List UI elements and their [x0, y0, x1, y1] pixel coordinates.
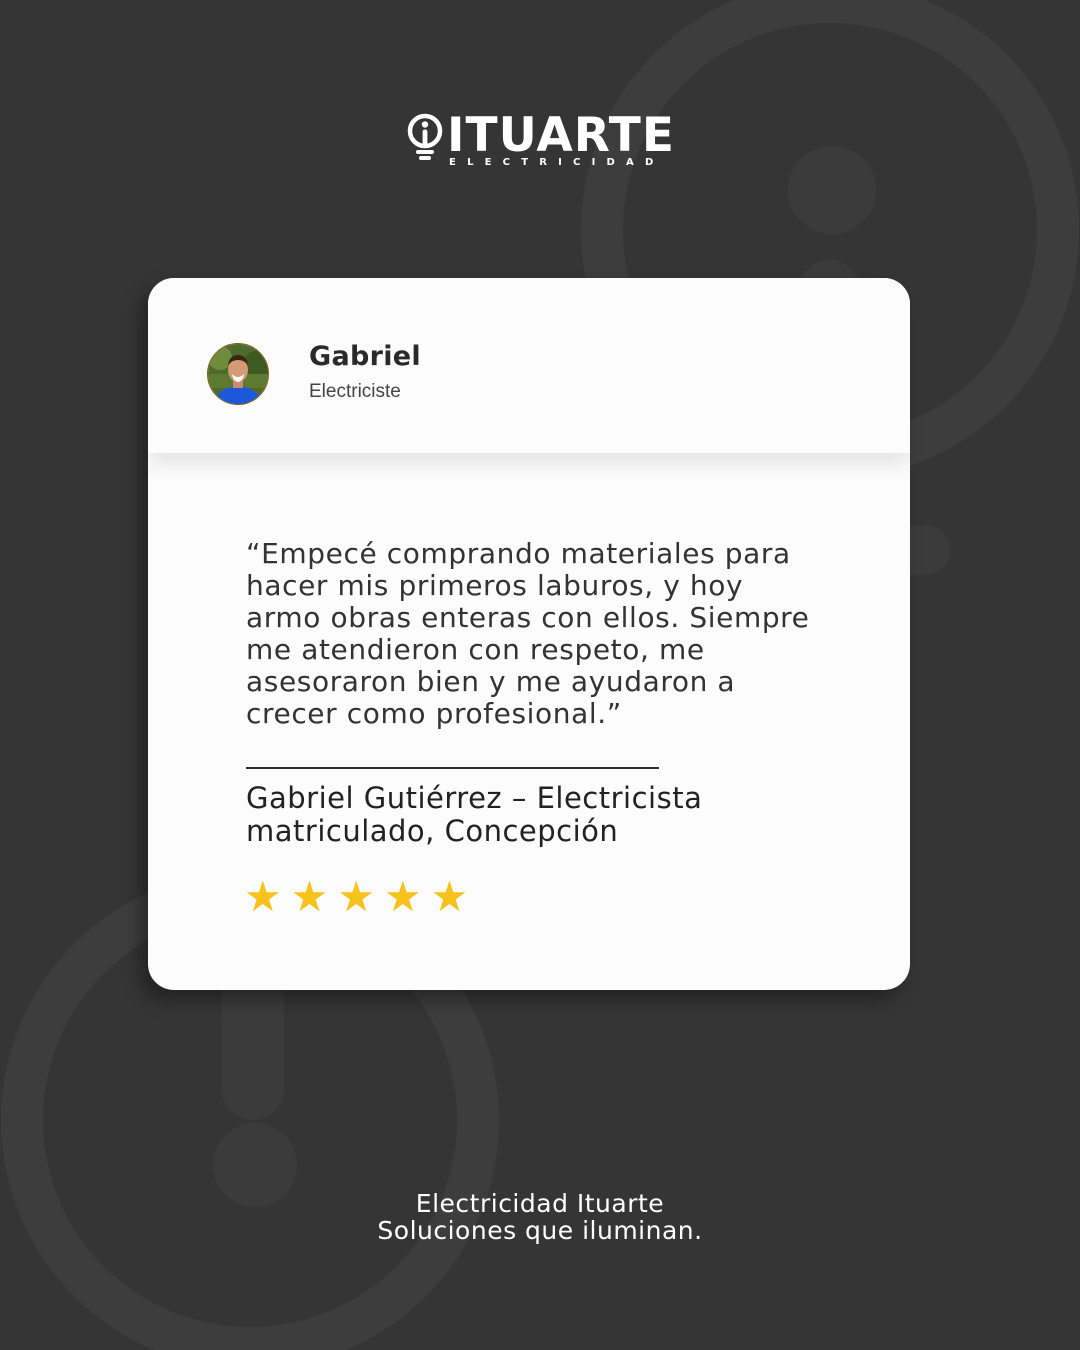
- brand-name: ITUARTE: [447, 108, 675, 163]
- footer-tagline: Soluciones que iluminan.: [377, 1216, 703, 1245]
- testimonial-card: Gabriel Electriciste “Empecé comprando m…: [148, 278, 910, 990]
- star-icon: ★: [290, 872, 329, 921]
- lightbulb-icon: [407, 113, 443, 160]
- star-icon: ★: [244, 872, 282, 921]
- testimonial-author: Gabriel Gutiérrez – Electricista matricu…: [246, 781, 703, 848]
- footer: Electricidad Ituarte Soluciones que ilum…: [0, 1190, 1080, 1244]
- avatar: [207, 343, 269, 405]
- brand-subtitle: ELECTRICIDAD: [449, 157, 665, 168]
- divider: [246, 767, 659, 769]
- footer-company: Electricidad Ituarte: [415, 1189, 665, 1218]
- star-icon: ★: [430, 872, 469, 921]
- star-icon: ★: [337, 872, 375, 921]
- reviewer-role: Electriciste: [309, 381, 401, 402]
- reviewer-header: Gabriel Electriciste: [148, 278, 910, 453]
- star-rating: ★ ★ ★ ★ ★: [244, 876, 477, 918]
- star-icon: ★: [383, 872, 422, 921]
- brand-logo: ITUARTE ELECTRICIDAD: [0, 112, 1080, 172]
- reviewer-name: Gabriel: [309, 341, 421, 372]
- testimonial-quote: “Empecé comprando materiales para hacer …: [246, 537, 810, 730]
- avatar-photo: [208, 344, 268, 404]
